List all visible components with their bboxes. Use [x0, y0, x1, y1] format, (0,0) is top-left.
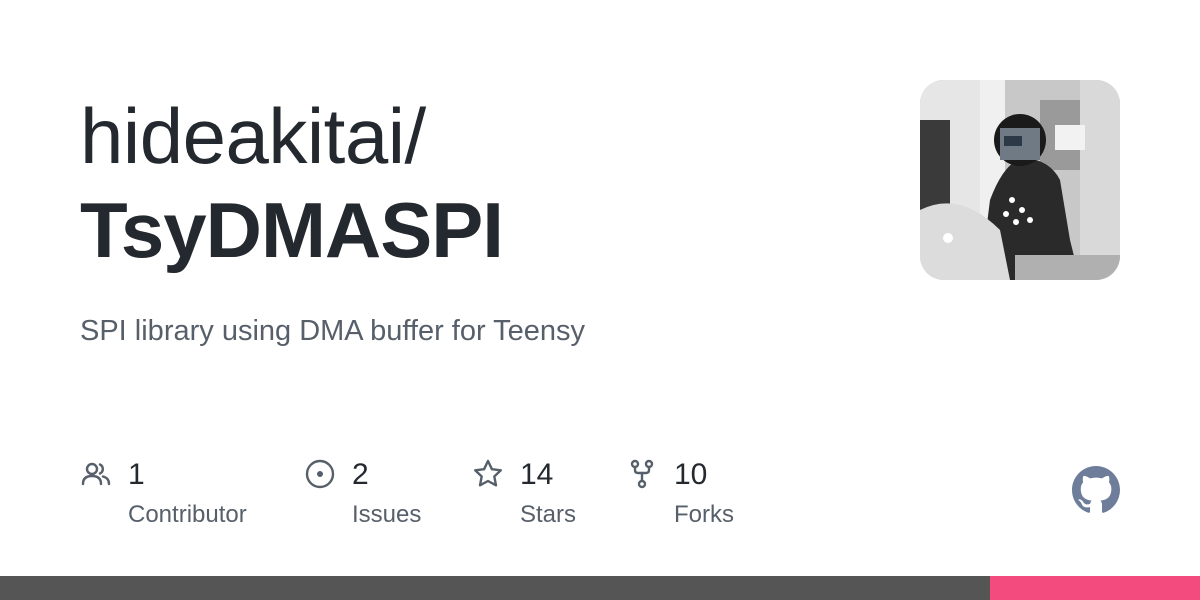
issues-count: 2 — [352, 458, 369, 491]
issue-opened-icon — [305, 459, 335, 489]
stars-count: 14 — [520, 458, 554, 491]
forks-count: 10 — [674, 458, 708, 491]
language-bar-segment — [0, 576, 990, 600]
contributors-label: Contributor — [128, 501, 247, 528]
people-icon — [81, 462, 111, 486]
star-icon — [474, 459, 502, 487]
repo-owner[interactable]: hideakitai/ — [80, 88, 426, 184]
language-bar-segment — [989, 576, 1200, 600]
github-mark-icon[interactable] — [1072, 466, 1120, 514]
repo-social-card: hideakitai/ TsyDMASPI SPI library using … — [0, 0, 1200, 600]
language-bar — [0, 576, 1200, 600]
repo-forked-icon — [630, 459, 654, 489]
stars-label: Stars — [520, 501, 577, 528]
user-avatar-photo — [920, 80, 1120, 280]
forks-label: Forks — [674, 501, 734, 528]
repo-name[interactable]: TsyDMASPI — [80, 182, 504, 278]
issues-label: Issues — [352, 501, 422, 528]
contributors-count: 1 — [128, 458, 145, 491]
owner-avatar[interactable] — [920, 80, 1120, 280]
repo-description: SPI library using DMA buffer for Teensy — [80, 315, 586, 347]
